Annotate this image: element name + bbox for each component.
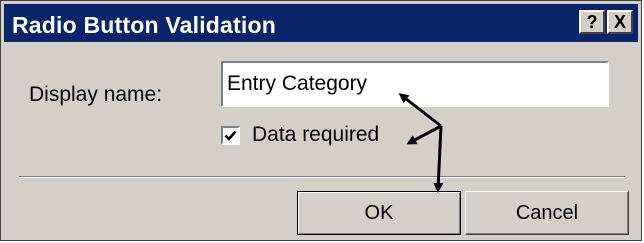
data-required-checkbox[interactable]: [221, 125, 240, 145]
ok-button[interactable]: OK: [297, 191, 461, 235]
close-button[interactable]: X: [607, 10, 633, 34]
separator: [19, 176, 625, 178]
help-button[interactable]: ?: [579, 10, 605, 34]
display-name-input[interactable]: [221, 61, 609, 107]
data-required-label: Data required: [252, 123, 380, 146]
checkmark-icon: [224, 130, 237, 141]
cancel-button[interactable]: Cancel: [465, 191, 629, 235]
dialog-window: Radio Button Validation ? X Display name…: [0, 0, 642, 241]
title-bar: Radio Button Validation ? X: [4, 4, 638, 42]
window-title: Radio Button Validation: [12, 12, 276, 38]
data-required-option[interactable]: Data required: [221, 123, 379, 147]
display-name-label: Display name:: [29, 83, 163, 106]
